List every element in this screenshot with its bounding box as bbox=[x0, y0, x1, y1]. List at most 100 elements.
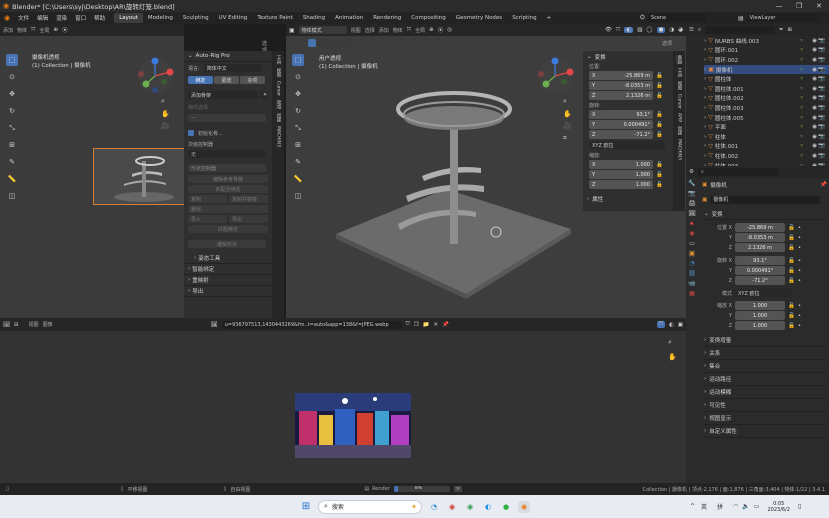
outliner-item[interactable]: › ▽ 圆环.001 ▿ ◉ 📷 bbox=[704, 46, 829, 56]
menu-add-main[interactable]: 添加 bbox=[379, 27, 389, 34]
prop-lock-icon[interactable]: 🔓 bbox=[788, 303, 795, 309]
scale-icon[interactable]: ⤡ bbox=[6, 122, 18, 134]
rig-select[interactable]: — bbox=[188, 114, 266, 122]
side-tab-cursor[interactable]: Cursor bbox=[276, 81, 281, 96]
location-x-field[interactable]: X -25.869 m bbox=[589, 71, 653, 80]
prop-lock-icon[interactable]: 🔓 bbox=[788, 313, 795, 319]
tab-rig[interactable]: 绑定 bbox=[188, 76, 213, 84]
menu-object-main[interactable]: 物体 bbox=[393, 27, 403, 34]
shape-controller-select[interactable]: 形状控制器 bbox=[188, 164, 266, 172]
rotation-x-field[interactable]: X 93.1° bbox=[589, 110, 653, 119]
expand-icon[interactable]: › bbox=[704, 105, 706, 111]
expand-icon[interactable]: › bbox=[704, 67, 706, 73]
overlay-icon[interactable]: ◐ bbox=[624, 27, 634, 33]
orientation-select-main[interactable]: 全局 bbox=[415, 27, 425, 34]
prop-location-x[interactable]: -25.869 m bbox=[735, 223, 785, 232]
shading-rendered-icon[interactable]: ◕ bbox=[678, 27, 683, 33]
prop-location-y[interactable]: -8.0353 m bbox=[735, 233, 785, 242]
side-tab-view[interactable]: 视图 bbox=[275, 68, 281, 77]
match-rig-button[interactable]: 匹配绑定 bbox=[188, 225, 268, 233]
select-mode-5[interactable] bbox=[39, 38, 47, 46]
init-checkbox[interactable] bbox=[188, 130, 194, 136]
expand-icon[interactable]: › bbox=[704, 124, 706, 130]
image-display-icon[interactable]: ▣ bbox=[678, 322, 683, 328]
rotation-z-field[interactable]: Z -71.2° bbox=[589, 130, 653, 139]
collection-tab-icon[interactable]: ▭ bbox=[689, 240, 695, 247]
camera-viewport[interactable]: 添加 物体 ⤧ 全局 ⊕ ⦿ 选项 摄像机透视 (1) Collection |… bbox=[0, 24, 267, 318]
scale-z-field[interactable]: Z 1.000 bbox=[589, 180, 653, 189]
close-button[interactable]: ✕ bbox=[809, 0, 829, 12]
expand-icon[interactable]: › bbox=[704, 47, 706, 53]
render-visibility-icon[interactable]: 📷 bbox=[818, 124, 825, 130]
menu-add[interactable]: 添加 bbox=[3, 27, 13, 34]
prop-section-6[interactable]: › 视图显示 bbox=[702, 412, 827, 425]
expand-icon[interactable]: › bbox=[704, 95, 706, 101]
select-mode-intersect[interactable] bbox=[344, 39, 352, 47]
properties-search-input[interactable]: ⌕ bbox=[697, 168, 778, 176]
volume-icon[interactable]: 🔈 bbox=[742, 503, 749, 510]
camera-view-icon[interactable]: 🎥 bbox=[161, 122, 170, 130]
taskbar-search-box[interactable]: ⌕ 搜索 ✦ bbox=[318, 499, 422, 514]
windows-start-icon[interactable]: ⊞ bbox=[300, 501, 312, 513]
blender-menu-icon[interactable]: ◉ bbox=[0, 14, 14, 22]
expand-icon[interactable]: › bbox=[704, 143, 706, 149]
maximize-button[interactable]: ❐ bbox=[789, 0, 809, 12]
main-add-cube-icon[interactable]: ◫ bbox=[292, 190, 304, 202]
rotation-y-field[interactable]: Y 0.000491° bbox=[589, 120, 653, 129]
image-close-icon[interactable]: ✕ bbox=[434, 322, 439, 328]
prop-lock-icon[interactable]: 🔓 bbox=[788, 245, 795, 251]
npanel-tab-item[interactable]: 条目 bbox=[676, 55, 682, 64]
lock-rot-z-icon[interactable]: 🔓 bbox=[656, 132, 663, 138]
language-select[interactable]: 简体中文 bbox=[203, 64, 262, 72]
eye-icon[interactable]: ◉ bbox=[812, 124, 817, 130]
main-navigation-gizmo[interactable] bbox=[536, 54, 578, 96]
prop-lock-icon[interactable]: 🔓 bbox=[788, 225, 795, 231]
prop-section-5[interactable]: › 可见性 bbox=[702, 399, 827, 412]
render-visibility-icon[interactable]: 📷 bbox=[818, 143, 825, 149]
lock-scale-y-icon[interactable]: 🔓 bbox=[656, 172, 663, 178]
lock-loc-x-icon[interactable]: 🔓 bbox=[656, 73, 663, 79]
view-layer-selector[interactable]: ViewLayer bbox=[746, 14, 819, 22]
side-tab-create[interactable]: 创建 bbox=[275, 113, 281, 122]
minimize-button[interactable]: — bbox=[769, 0, 789, 12]
expand-icon[interactable]: › bbox=[704, 86, 706, 92]
lock-scale-x-icon[interactable]: 🔓 bbox=[656, 162, 663, 168]
render-tab-icon[interactable]: 📷 bbox=[688, 190, 695, 197]
render-visibility-icon[interactable]: 📷 bbox=[818, 115, 825, 121]
tab-geometry-nodes[interactable]: Geometry Nodes bbox=[451, 13, 507, 23]
view-layer-tab-icon[interactable]: 🖼 bbox=[688, 210, 696, 217]
render-cancel-button[interactable]: ✕ bbox=[453, 486, 463, 492]
render-visibility-icon[interactable]: 📷 bbox=[818, 105, 825, 111]
transform-collapse-icon[interactable]: ⌄ bbox=[587, 54, 592, 60]
edit-ref-bones-button[interactable]: 编辑参考骨骼 bbox=[188, 175, 268, 183]
export-section[interactable]: › 导出 bbox=[184, 286, 272, 297]
main-grid-icon[interactable]: ⌗ bbox=[563, 134, 572, 143]
orientation-select[interactable]: 全局 bbox=[39, 27, 49, 34]
menu-edit[interactable]: 编辑 bbox=[33, 14, 52, 22]
outliner-item[interactable]: › ▽ 平面 ▿ ◉ 📷 bbox=[704, 122, 829, 132]
eye-icon[interactable]: ◉ bbox=[812, 76, 817, 82]
main-rotate-icon[interactable]: ↻ bbox=[292, 105, 304, 117]
menu-object[interactable]: 物体 bbox=[17, 27, 27, 34]
render-visibility-icon[interactable]: 📷 bbox=[818, 67, 825, 73]
outliner-editor-icon[interactable]: ☰ bbox=[689, 27, 694, 33]
eye-icon[interactable]: ◉ bbox=[812, 57, 817, 63]
physics-tab-icon[interactable]: ◔ bbox=[689, 260, 694, 267]
outliner-item[interactable]: › ▽ 圆柱体.002 ▿ ◉ 📷 bbox=[704, 94, 829, 104]
measure-icon[interactable]: 📏 bbox=[6, 173, 18, 185]
select-mode-4[interactable] bbox=[30, 38, 38, 46]
shading-wire-icon[interactable]: ◯ bbox=[646, 27, 652, 33]
lock-loc-y-icon[interactable]: 🔓 bbox=[656, 83, 663, 89]
eye-icon[interactable]: ◉ bbox=[812, 105, 817, 111]
main-annotate-icon[interactable]: ✎ bbox=[292, 156, 304, 168]
menu-help[interactable]: 帮助 bbox=[90, 14, 109, 22]
outliner-item[interactable]: › ▽ 圆柱体.001 ▿ ◉ 📷 bbox=[704, 84, 829, 94]
render-visibility-icon[interactable]: 📷 bbox=[818, 57, 825, 63]
lock-loc-z-icon[interactable]: 🔓 bbox=[656, 93, 663, 99]
expand-icon[interactable]: › bbox=[704, 57, 706, 63]
expand-icon[interactable]: › bbox=[704, 134, 706, 140]
prop-section-3[interactable]: › 运动路径 bbox=[702, 373, 827, 386]
npanel-tab-tool[interactable]: 工具 bbox=[676, 68, 682, 77]
select-mode-2[interactable] bbox=[12, 38, 20, 46]
scale-y-field[interactable]: Y 1.000 bbox=[589, 170, 653, 179]
